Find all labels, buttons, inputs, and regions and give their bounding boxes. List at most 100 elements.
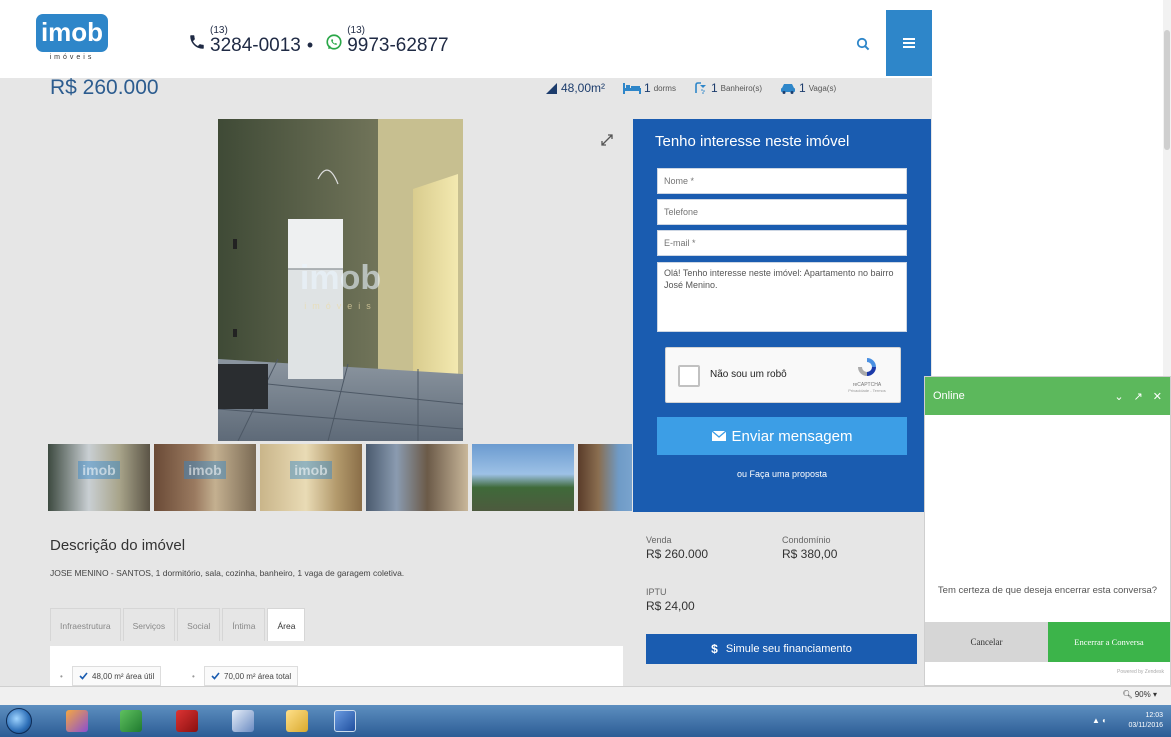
- feature-parking: 1 Vaga(s): [780, 81, 836, 95]
- photo-watermark-sub: imóveis: [304, 301, 377, 311]
- search-icon: [856, 37, 870, 51]
- condominio-value: R$ 380,00: [782, 547, 838, 561]
- phone-icon: [190, 35, 204, 49]
- pdf-reader-icon[interactable]: [176, 710, 198, 732]
- browser-status-bar: 🔍︎ 90% ▾: [0, 686, 1171, 705]
- iptu-value: R$ 24,00: [646, 599, 695, 613]
- chat-popout-icon[interactable]: ↗: [1134, 390, 1143, 403]
- simulate-financing-label: Simule seu financiamento: [725, 643, 852, 655]
- thumbnail[interactable]: [472, 444, 574, 511]
- tab-content-area: • 48,00 m² área útil • 70,00 m² área tot…: [50, 646, 623, 686]
- whatsapp-number[interactable]: (13) 9973-62877: [347, 25, 449, 56]
- envelope-icon: [711, 431, 726, 441]
- chat-end-button[interactable]: Encerrar a Conversa: [1048, 622, 1170, 662]
- recaptcha-logo: reCAPTCHA Privacidade - Termos: [846, 356, 888, 393]
- thumbnail[interactable]: [366, 444, 468, 511]
- tab-intima[interactable]: Íntima: [222, 608, 266, 641]
- fullscreen-icon[interactable]: [600, 133, 614, 147]
- phone-ddd: (13): [210, 24, 228, 36]
- thumb-watermark-text: imob: [78, 461, 120, 479]
- property-features: 48,00m² 1 dorms 1 Banheiro(s) 1 Vaga(s): [545, 81, 854, 95]
- condominio-label: Condomínio: [782, 535, 831, 545]
- tray-icons[interactable]: ▲ ◐: [1092, 716, 1107, 725]
- photo-watermark: imob: [299, 259, 382, 297]
- send-message-button[interactable]: Enviar mensagem: [657, 417, 907, 455]
- thumbnail[interactable]: [578, 444, 632, 511]
- thumb-watermark: imob: [260, 461, 362, 479]
- tab-social[interactable]: Social: [177, 608, 221, 641]
- thumbnail[interactable]: imob: [48, 444, 150, 511]
- chat-header[interactable]: Online ⌄ ↗ ✕: [925, 377, 1170, 415]
- tab-infraestrutura[interactable]: Infraestrutura: [50, 608, 121, 641]
- bedrooms-count: 1: [644, 81, 651, 95]
- condominio-block: Condomínio R$ 380,00: [782, 535, 837, 561]
- parking-count: 1: [799, 81, 806, 95]
- chat-close-icon[interactable]: ✕: [1153, 390, 1162, 403]
- thumb-watermark-text: imob: [290, 461, 332, 479]
- thumbnail[interactable]: imob: [260, 444, 362, 511]
- thumbnail[interactable]: imob: [154, 444, 256, 511]
- feature-tabs: Infraestrutura Serviços Social Íntima Ár…: [50, 608, 307, 641]
- clock-time: 12:03: [1145, 712, 1163, 719]
- bathrooms-count: 1: [710, 81, 718, 95]
- chip-area-util: 48,00 m² área útil: [72, 666, 162, 686]
- shower-icon: [695, 82, 706, 94]
- whatsapp-icon: [326, 34, 342, 50]
- chat-minimize-icon[interactable]: ⌄: [1114, 390, 1123, 403]
- bed-icon: [623, 82, 642, 94]
- recaptcha-widget: Não sou um robô reCAPTCHA Privacidade - …: [665, 347, 901, 403]
- paint-icon[interactable]: [66, 710, 88, 732]
- site-header: imob imóveis (13) 3284-0013 • (13) 9973-…: [0, 0, 932, 78]
- contact-separator: •: [306, 34, 314, 55]
- excel-icon[interactable]: [120, 710, 142, 732]
- recaptcha-checkbox[interactable]: [678, 365, 700, 387]
- windows-taskbar: ▲ ◐ 12:03 03/11/2016: [0, 705, 1171, 737]
- simulate-financing-button[interactable]: $ Simule seu financiamento: [646, 634, 917, 664]
- chip-area-total: 70,00 m² área total: [204, 666, 299, 686]
- explorer-window-icon[interactable]: [232, 710, 254, 732]
- photo-thumbnails: imob imob imob: [48, 444, 632, 511]
- search-button[interactable]: [848, 24, 878, 64]
- tab-area[interactable]: Área: [267, 608, 306, 641]
- folder-icon[interactable]: [286, 710, 308, 732]
- zoom-icon: 🔍︎: [1122, 690, 1133, 699]
- tab-servicos[interactable]: Serviços: [122, 608, 176, 641]
- word-icon[interactable]: [334, 710, 356, 732]
- scrollbar[interactable]: [1163, 0, 1171, 378]
- area-value: 48,00m²: [561, 81, 606, 95]
- chip-area-total-label: 70,00 m² área total: [224, 671, 292, 681]
- phone-number[interactable]: (13) 3284-0013: [210, 25, 301, 55]
- thumb-watermark-text: imob: [184, 461, 226, 479]
- property-price: R$ 260.000: [50, 76, 159, 99]
- thumb-watermark: imob: [154, 461, 256, 479]
- whatsapp-digits: 9973-62877: [347, 34, 449, 56]
- description-title: Descrição do imóvel: [50, 537, 186, 554]
- main-photo[interactable]: imob imóveis: [218, 119, 463, 441]
- site-logo[interactable]: imob imóveis: [36, 14, 108, 66]
- email-input[interactable]: [657, 230, 907, 256]
- menu-button[interactable]: [886, 10, 932, 76]
- feature-bedrooms: 1 dorms: [623, 81, 676, 95]
- recaptcha-links[interactable]: Privacidade - Termos: [846, 388, 888, 393]
- chevron-down-icon: ▾: [1152, 690, 1157, 699]
- feature-bathrooms: 1 Banheiro(s): [694, 81, 762, 95]
- zoom-value: 90%: [1134, 690, 1151, 699]
- clock-date: 03/11/2016: [1128, 722, 1163, 729]
- chat-confirm-message: Tem certeza de que deseja encerrar esta …: [937, 585, 1158, 596]
- scrollbar-thumb[interactable]: [1164, 30, 1170, 150]
- system-clock[interactable]: 12:03 03/11/2016: [1128, 711, 1163, 731]
- send-message-label: Enviar mensagem: [731, 427, 853, 445]
- start-button[interactable]: [6, 708, 32, 734]
- whatsapp-ddd: (13): [347, 24, 365, 36]
- iptu-label: IPTU: [646, 587, 667, 597]
- message-textarea[interactable]: [657, 262, 907, 332]
- make-proposal-link[interactable]: ou Faça uma proposta: [633, 469, 931, 479]
- name-input[interactable]: [657, 168, 907, 194]
- phone-input[interactable]: [657, 199, 907, 225]
- zoom-level[interactable]: 🔍︎ 90% ▾: [1122, 690, 1157, 699]
- chat-cancel-button[interactable]: Cancelar: [925, 622, 1048, 662]
- bathrooms-label: Banheiro(s): [720, 83, 762, 93]
- recaptcha-label: Não sou um robô: [710, 369, 787, 380]
- thumb-watermark: imob: [48, 461, 150, 479]
- dollar-icon: $: [711, 642, 718, 656]
